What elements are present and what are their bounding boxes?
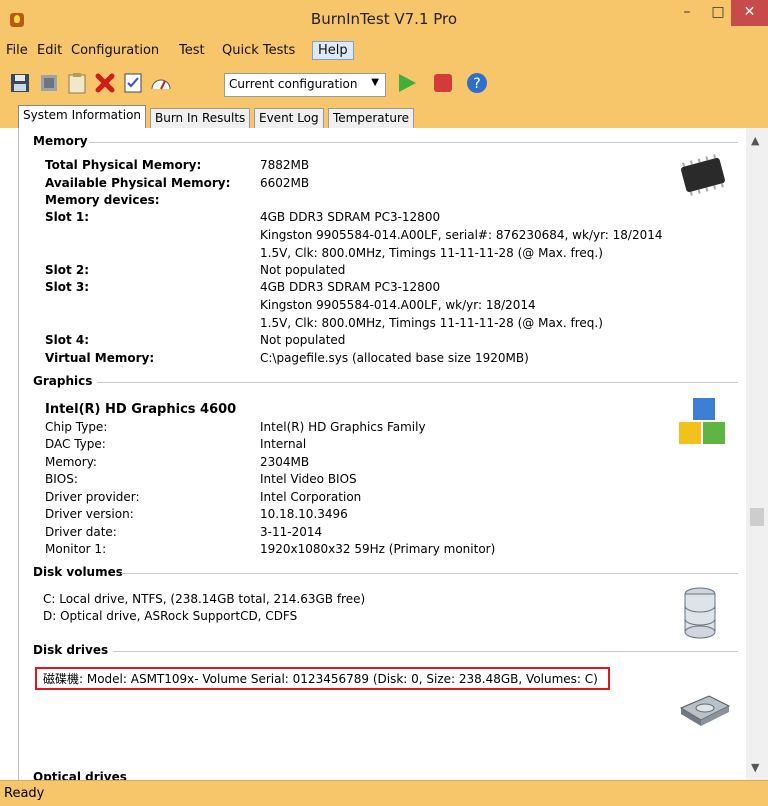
label-graphics-memory: Memory: <box>45 455 97 469</box>
menu-help[interactable]: Help <box>312 41 354 60</box>
label-chip-type: Chip Type: <box>45 420 108 434</box>
tab-burn-in-results[interactable]: Burn In Results <box>150 108 251 128</box>
value-driver-provider: Intel Corporation <box>260 490 362 504</box>
section-divider <box>97 382 738 383</box>
help-icon[interactable]: ? <box>466 72 488 94</box>
disk-volumes-section-title: Disk volumes <box>33 565 123 579</box>
minimize-button[interactable]: – <box>672 0 702 26</box>
slot-1-line-1: 4GB DDR3 SDRAM PC3-12800 <box>260 210 441 224</box>
label-slot-3: Slot 3: <box>45 280 90 294</box>
svg-text:?: ? <box>473 76 480 92</box>
value-driver-date: 3-11-2014 <box>260 525 323 539</box>
disk-drive-entry: 磁碟機: Model: ASMT109x- Volume Serial: 012… <box>43 672 598 686</box>
stop-test-icon[interactable] <box>432 72 454 94</box>
label-memory-devices: Memory devices: <box>45 193 160 207</box>
save-icon[interactable] <box>10 72 32 94</box>
value-driver-version: 10.18.10.3496 <box>260 507 348 521</box>
section-divider <box>113 651 738 652</box>
delete-icon[interactable] <box>94 72 116 94</box>
tab-event-log[interactable]: Event Log <box>254 108 324 128</box>
slot-3-line-3: 1.5V, Clk: 800.0MHz, Timings 11-11-11-28… <box>260 316 603 330</box>
graphics-device-name: Intel(R) HD Graphics 4600 <box>45 402 237 417</box>
label-available-memory: Available Physical Memory: <box>45 176 231 190</box>
configuration-select[interactable]: Current configuration ▼ <box>224 73 386 97</box>
disk-volume-c: C: Local drive, NTFS, (238.14GB total, 2… <box>43 592 366 606</box>
hard-drive-icon <box>679 695 731 726</box>
system-info-panel: Memory Total Physical Memory: 7882MB Ava… <box>18 128 746 780</box>
label-driver-date: Driver date: <box>45 525 117 539</box>
chevron-down-icon: ▼ <box>371 77 379 88</box>
slot-1-line-3: 1.5V, Clk: 800.0MHz, Timings 11-11-11-28… <box>260 246 603 260</box>
scroll-down-icon[interactable]: ▼ <box>751 761 759 774</box>
window-title: BurnInTest V7.1 Pro <box>310 10 458 28</box>
hardware-icon[interactable] <box>38 72 60 94</box>
start-test-icon[interactable] <box>396 72 418 94</box>
checklist-icon[interactable] <box>122 72 144 94</box>
slot-2-value: Not populated <box>260 263 346 277</box>
label-monitor-1: Monitor 1: <box>45 542 107 556</box>
vertical-scrollbar[interactable]: ▲ ▼ <box>746 128 768 780</box>
memory-section-title: Memory <box>33 134 88 148</box>
value-bios: Intel Video BIOS <box>260 472 357 486</box>
section-divider <box>121 573 738 574</box>
tab-system-information[interactable]: System Information <box>18 105 147 129</box>
database-icon <box>684 587 716 639</box>
menu-quick-tests[interactable]: Quick Tests <box>222 43 295 58</box>
slot-3-line-1: 4GB DDR3 SDRAM PC3-12800 <box>260 280 441 294</box>
scroll-thumb[interactable] <box>750 508 764 526</box>
value-monitor-1: 1920x1080x32 59Hz (Primary monitor) <box>260 542 496 556</box>
close-button[interactable]: ✕ <box>731 0 768 26</box>
label-driver-provider: Driver provider: <box>45 490 140 504</box>
configuration-value: Current configuration <box>229 77 358 91</box>
value-graphics-memory: 2304MB <box>260 455 310 469</box>
menu-test[interactable]: Test <box>179 43 205 58</box>
disk-drives-section-title: Disk drives <box>33 643 109 657</box>
optical-drives-section-title: Optical drives <box>33 770 127 780</box>
value-chip-type: Intel(R) HD Graphics Family <box>260 420 426 434</box>
title-bar: BurnInTest V7.1 Pro – □ ✕ <box>0 0 768 40</box>
maximize-button[interactable]: □ <box>703 0 733 26</box>
status-text: Ready <box>4 786 45 801</box>
label-slot-1: Slot 1: <box>45 210 90 224</box>
graphics-cubes-icon <box>679 398 725 444</box>
speedometer-icon[interactable] <box>150 72 172 94</box>
label-total-memory: Total Physical Memory: <box>45 158 202 172</box>
value-available-memory: 6602MB <box>260 176 310 190</box>
label-bios: BIOS: <box>45 472 78 486</box>
slot-4-value: Not populated <box>260 333 346 347</box>
menu-file[interactable]: File <box>6 43 28 58</box>
scroll-up-icon[interactable]: ▲ <box>751 134 759 147</box>
label-slot-4: Slot 4: <box>45 333 90 347</box>
value-dac-type: Internal <box>260 437 307 451</box>
value-total-memory: 7882MB <box>260 158 310 172</box>
disk-volume-d: D: Optical drive, ASRock SupportCD, CDFS <box>43 609 298 623</box>
slot-3-line-2: Kingston 9905584-014.A00LF, wk/yr: 18/20… <box>260 298 536 312</box>
tab-temperature[interactable]: Temperature <box>328 108 415 128</box>
menu-configuration[interactable]: Configuration <box>71 43 159 58</box>
status-bar: Ready <box>0 780 768 806</box>
label-driver-version: Driver version: <box>45 507 134 521</box>
section-divider <box>89 142 738 143</box>
menu-edit[interactable]: Edit <box>37 43 62 58</box>
graphics-section-title: Graphics <box>33 374 93 388</box>
slot-1-line-2: Kingston 9905584-014.A00LF, serial#: 876… <box>260 228 663 242</box>
label-virtual-memory: Virtual Memory: <box>45 351 155 365</box>
label-slot-2: Slot 2: <box>45 263 90 277</box>
memory-chip-icon <box>680 154 726 196</box>
label-dac-type: DAC Type: <box>45 437 106 451</box>
clipboard-icon[interactable] <box>66 72 88 94</box>
menu-bar: File Edit Configuration Test Quick Tests… <box>0 40 768 62</box>
virtual-memory-value: C:\pagefile.sys (allocated base size 192… <box>260 351 529 365</box>
